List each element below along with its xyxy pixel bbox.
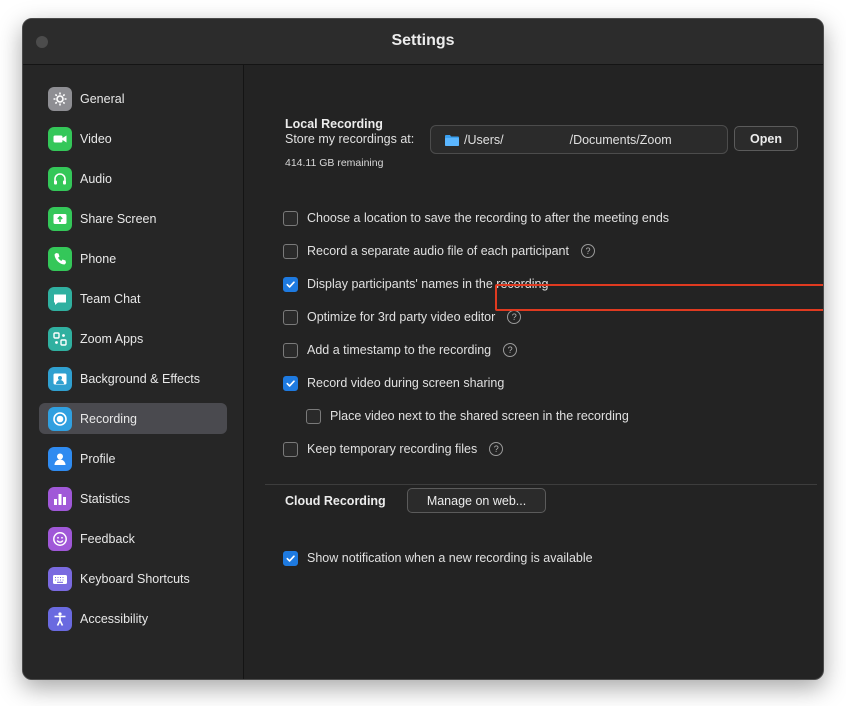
- background-icon: [48, 366, 72, 391]
- sidebar-item-label: Video: [80, 131, 112, 146]
- sidebar-item-background-effects[interactable]: Background & Effects: [39, 363, 227, 394]
- path-start: /Users/: [464, 132, 504, 147]
- sidebar-item-label: General: [80, 91, 125, 106]
- option-checkbox[interactable]: [283, 309, 298, 325]
- chat-icon: [48, 286, 72, 311]
- option-label: Record a separate audio file of each par…: [307, 244, 569, 258]
- apps-icon: [48, 326, 72, 351]
- checkmark-icon: [286, 280, 295, 288]
- notify-new-recording-option[interactable]: Show notification when a new recording i…: [283, 549, 593, 567]
- recording-option[interactable]: Optimize for 3rd party video editor?: [283, 308, 522, 326]
- sidebar-item-label: Recording: [80, 411, 137, 426]
- sidebar-item-share-screen[interactable]: Share Screen: [39, 203, 227, 234]
- window-title: Settings: [391, 32, 455, 49]
- notify-checkbox[interactable]: [283, 550, 298, 566]
- sidebar-item-label: Team Chat: [80, 291, 141, 306]
- store-location-label: Store my recordings at:: [285, 132, 415, 146]
- notify-label: Show notification when a new recording i…: [307, 551, 593, 565]
- option-label: Keep temporary recording files: [307, 442, 478, 456]
- checkmark-icon: [286, 379, 295, 387]
- highlight-box: [495, 284, 823, 311]
- help-icon[interactable]: ?: [503, 343, 518, 357]
- sidebar-item-label: Audio: [80, 171, 112, 186]
- recording-option[interactable]: Place video next to the shared screen in…: [306, 407, 629, 425]
- settings-window: Settings General Video Audio Share Screen Ph…: [22, 18, 824, 680]
- statistics-icon: [48, 486, 72, 511]
- manage-on-web-button[interactable]: Manage on web...: [407, 488, 546, 513]
- sidebar-item-zoom-apps[interactable]: Zoom Apps: [39, 323, 227, 354]
- option-label: Place video next to the shared screen in…: [330, 409, 629, 423]
- feedback-icon: [48, 526, 72, 551]
- option-checkbox[interactable]: [283, 342, 298, 358]
- open-folder-button[interactable]: Open: [734, 126, 798, 151]
- local-recording-heading: Local Recording: [285, 117, 383, 131]
- help-icon[interactable]: ?: [580, 244, 595, 258]
- folder-icon: [445, 134, 459, 146]
- path-end: /Documents/Zoom: [569, 132, 672, 147]
- accessibility-icon: [48, 606, 72, 631]
- option-checkbox[interactable]: [283, 441, 298, 457]
- option-label: Choose a location to save the recording …: [307, 211, 670, 225]
- recording-option[interactable]: Add a timestamp to the recording?: [283, 341, 518, 359]
- recording-option[interactable]: Record a separate audio file of each par…: [283, 242, 595, 260]
- option-checkbox[interactable]: [283, 375, 298, 391]
- sidebar-item-label: Keyboard Shortcuts: [80, 571, 190, 586]
- help-icon[interactable]: ?: [489, 442, 504, 456]
- sidebar-item-label: Background & Effects: [80, 371, 200, 386]
- recording-option[interactable]: Keep temporary recording files?: [283, 440, 504, 458]
- sidebar-item-video[interactable]: Video: [39, 123, 227, 154]
- recording-option[interactable]: Choose a location to save the recording …: [283, 209, 669, 227]
- sidebar-item-label: Feedback: [80, 531, 135, 546]
- profile-icon: [48, 446, 72, 471]
- phone-icon: [48, 246, 72, 271]
- sidebar-item-phone[interactable]: Phone: [39, 243, 227, 274]
- section-divider: [265, 484, 817, 485]
- sidebar-item-keyboard-shortcuts[interactable]: Keyboard Shortcuts: [39, 563, 227, 594]
- headphones-icon: [48, 166, 72, 191]
- sidebar-item-label: Zoom Apps: [80, 331, 144, 346]
- recording-path-field[interactable]: /Users/ /Documents/Zoom: [430, 125, 728, 154]
- option-checkbox[interactable]: [306, 408, 321, 424]
- recording-settings-panel: Local Recording Store my recordings at: …: [245, 65, 823, 679]
- gear-icon: [48, 86, 72, 111]
- storage-remaining: 414.11 GB remaining: [285, 157, 384, 169]
- option-checkbox[interactable]: [283, 243, 298, 259]
- sidebar-item-label: Phone: [80, 251, 117, 266]
- option-checkbox[interactable]: [283, 210, 298, 226]
- video-camera-icon: [48, 126, 72, 151]
- option-label: Add a timestamp to the recording: [307, 343, 492, 357]
- sidebar-item-label: Accessibility: [80, 611, 149, 626]
- recording-option[interactable]: Record video during screen sharing: [283, 374, 504, 392]
- sidebar-item-label: Statistics: [80, 491, 131, 506]
- title-bar: Settings: [23, 19, 823, 65]
- sidebar-item-accessibility[interactable]: Accessibility: [39, 603, 227, 634]
- help-icon[interactable]: ?: [507, 310, 522, 324]
- sidebar-item-team-chat[interactable]: Team Chat: [39, 283, 227, 314]
- sidebar-item-recording[interactable]: Recording: [39, 403, 227, 434]
- keyboard-icon: [48, 566, 72, 591]
- option-checkbox[interactable]: [283, 276, 298, 292]
- record-icon: [48, 406, 72, 431]
- sidebar-item-statistics[interactable]: Statistics: [39, 483, 227, 514]
- sidebar-item-audio[interactable]: Audio: [39, 163, 227, 194]
- sidebar-item-label: Profile: [80, 451, 116, 466]
- share-screen-icon: [48, 206, 72, 231]
- sidebar-item-profile[interactable]: Profile: [39, 443, 227, 474]
- checkmark-icon: [286, 554, 295, 562]
- sidebar: General Video Audio Share Screen Phone Team C…: [23, 65, 244, 679]
- sidebar-item-general[interactable]: General: [39, 83, 227, 114]
- option-label: Record video during screen sharing: [307, 376, 505, 390]
- sidebar-item-label: Share Screen: [80, 211, 157, 226]
- sidebar-item-feedback[interactable]: Feedback: [39, 523, 227, 554]
- cloud-recording-heading: Cloud Recording: [285, 494, 386, 508]
- option-label: Optimize for 3rd party video editor: [307, 310, 496, 324]
